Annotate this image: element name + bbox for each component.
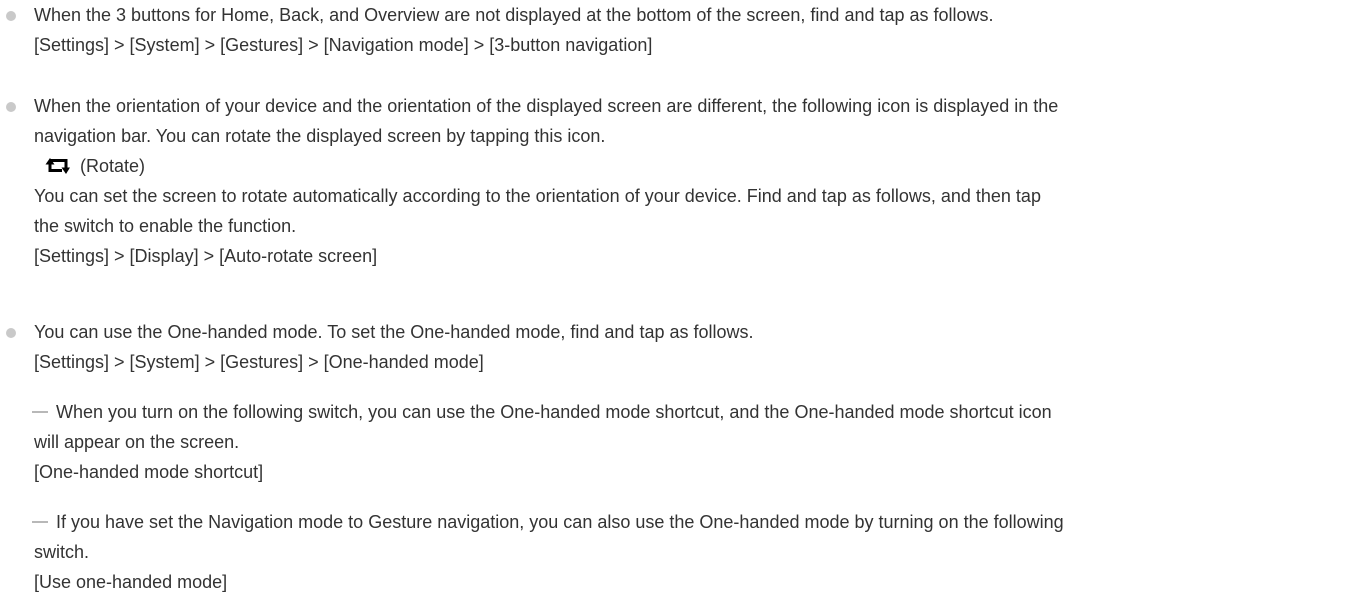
dash-icon — [32, 411, 48, 413]
note-rotate: When the orientation of your device and … — [6, 91, 1316, 271]
settings-path: [Settings] > [Display] > [Auto-rotate sc… — [34, 246, 378, 266]
bullet-icon — [6, 11, 16, 21]
subnote-shortcut: When you turn on the following switch, y… — [32, 397, 1316, 487]
note-text: You can use the One-handed mode. To set … — [34, 322, 754, 342]
settings-path: [Settings] > [System] > [Gestures] > [Na… — [34, 35, 653, 55]
note-text: When the 3 buttons for Home, Back, and O… — [34, 5, 994, 25]
rotate-label: (Rotate) — [80, 156, 146, 176]
subnote-text: If you have set the Navigation mode to G… — [56, 512, 1064, 532]
bullet-icon — [6, 102, 16, 112]
subnote-text: switch. — [34, 542, 90, 562]
note-one-handed-mode: You can use the One-handed mode. To set … — [6, 317, 1316, 377]
help-content: When the 3 buttons for Home, Back, and O… — [0, 0, 1346, 616]
bullet-icon — [6, 328, 16, 338]
note-text: the switch to enable the function. — [34, 216, 297, 236]
settings-path: [One-handed mode shortcut] — [34, 462, 264, 482]
subnote-text: will appear on the screen. — [34, 432, 240, 452]
note-text: When the orientation of your device and … — [34, 96, 1059, 116]
dash-icon — [32, 521, 48, 523]
rotate-icon-line: (Rotate) — [34, 151, 1316, 181]
subnote-gesture-navigation: If you have set the Navigation mode to G… — [32, 507, 1316, 597]
rotate-icon — [44, 156, 70, 176]
settings-path: [Use one-handed mode] — [34, 572, 228, 592]
subnote-text: When you turn on the following switch, y… — [56, 402, 1052, 422]
note-text: navigation bar. You can rotate the displ… — [34, 126, 606, 146]
note-text: You can set the screen to rotate automat… — [34, 186, 1041, 206]
settings-path: [Settings] > [System] > [Gestures] > [On… — [34, 352, 484, 372]
note-navigation-buttons: When the 3 buttons for Home, Back, and O… — [6, 0, 1316, 60]
